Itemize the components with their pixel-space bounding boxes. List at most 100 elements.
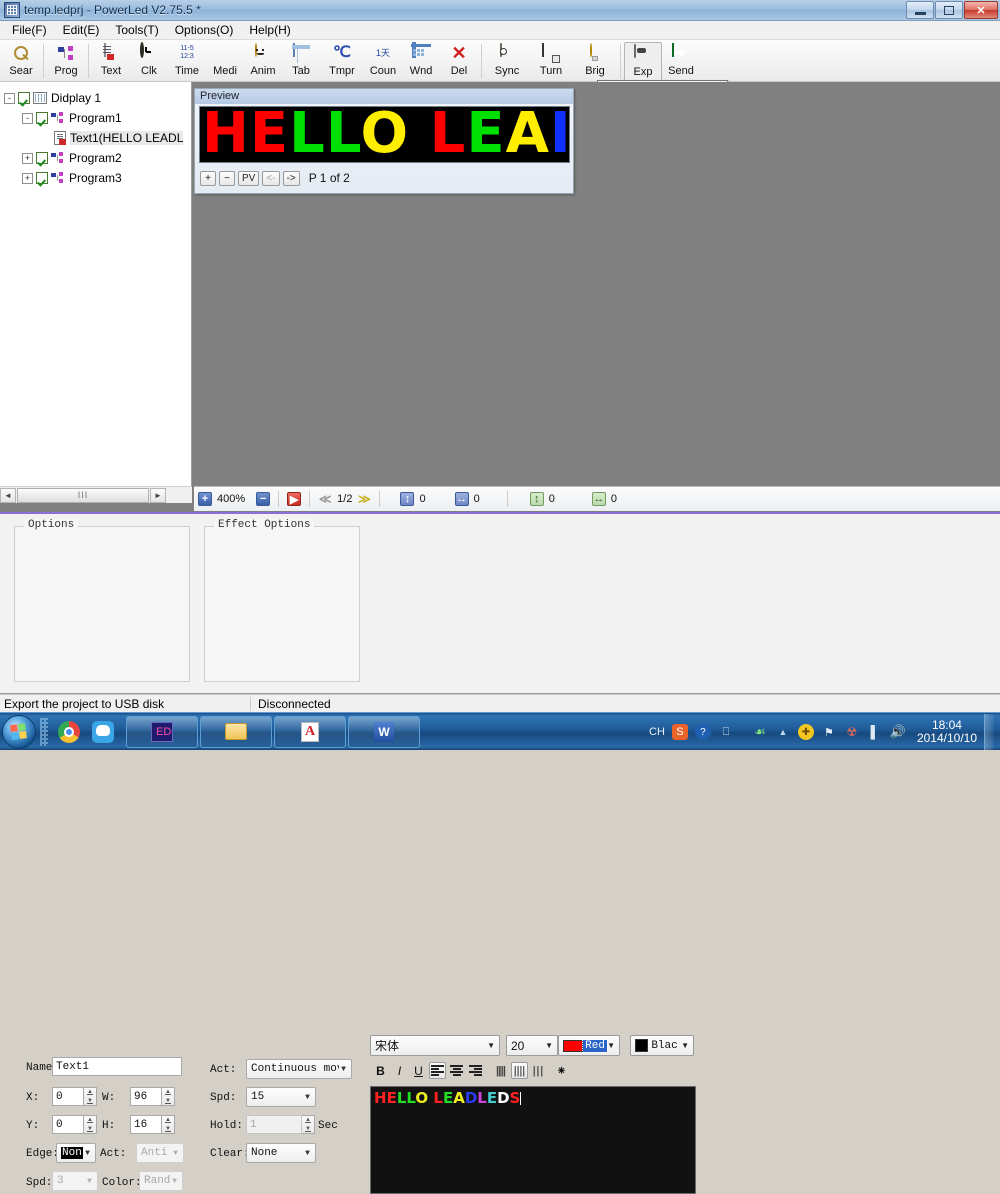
zoom-in-button[interactable]: +: [198, 492, 212, 506]
toolbar-animation-button[interactable]: Anim: [244, 42, 282, 82]
menu-options[interactable]: Options(O): [167, 21, 242, 39]
y-stepper[interactable]: ▲ ▼: [84, 1115, 97, 1134]
taskbar-clock[interactable]: 18:04 2014/10/10: [913, 719, 977, 745]
tree-expander-icon[interactable]: +: [22, 152, 33, 164]
tree-hscrollbar[interactable]: ◄ III ►: [0, 486, 192, 503]
toolbar-window-button[interactable]: Wnd: [402, 42, 440, 82]
text-editor[interactable]: HELLO LEADLEDS: [370, 1086, 696, 1194]
spacing-normal-button[interactable]: ||||: [511, 1062, 528, 1079]
w-input[interactable]: 96: [130, 1087, 162, 1106]
show-hidden-icon[interactable]: ▲: [775, 724, 791, 740]
play-button[interactable]: ▶: [287, 492, 302, 506]
prev-page-button[interactable]: ≪: [318, 492, 332, 506]
toolbar-table-button[interactable]: Tab: [282, 42, 320, 82]
hscroll-left-arrow[interactable]: ◄: [0, 487, 16, 503]
preview-led-canvas[interactable]: HELLO LEAI: [199, 106, 570, 163]
help-icon[interactable]: ?: [694, 724, 711, 740]
bold-button[interactable]: B: [372, 1062, 389, 1079]
underline-button[interactable]: U: [410, 1062, 427, 1079]
vertical-center-button[interactable]: ⁕: [553, 1062, 570, 1079]
edge-select[interactable]: Non ▼: [56, 1143, 96, 1163]
tree-expander-icon[interactable]: -: [4, 92, 15, 104]
toolbar-send-button[interactable]: Send: [662, 42, 700, 82]
toolbar-temperature-button[interactable]: ℃ Tmpr: [320, 42, 364, 82]
y-input[interactable]: 0: [52, 1115, 84, 1134]
tree-expander-icon[interactable]: +: [22, 172, 33, 184]
signal-bars-icon[interactable]: ▌: [867, 724, 883, 740]
preview-zoom-out-button[interactable]: −: [219, 170, 235, 186]
show-desktop-button[interactable]: [984, 714, 994, 750]
align-right-button[interactable]: [467, 1062, 484, 1079]
x-stepper[interactable]: ▲ ▼: [84, 1087, 97, 1106]
tree-node-program3[interactable]: + Program3: [4, 168, 191, 188]
hscroll-right-arrow[interactable]: ►: [150, 487, 166, 503]
toolbar-media-button[interactable]: Medi: [206, 42, 244, 82]
foreground-color-select[interactable]: Red ▼: [558, 1035, 620, 1056]
tree-node-program1[interactable]: - Program1: [4, 108, 191, 128]
menu-file[interactable]: File(F): [4, 21, 55, 39]
project-tree[interactable]: - Didplay 1 - Program1 Text1(HELLO LEADL…: [0, 82, 192, 486]
effect-clear-select[interactable]: None ▼: [246, 1143, 316, 1163]
taskbar-window-wps[interactable]: W: [348, 715, 420, 748]
volume-icon[interactable]: 🔊: [890, 724, 906, 740]
name-input[interactable]: Text1: [52, 1057, 182, 1076]
preview-pv-button[interactable]: PV: [238, 170, 260, 186]
toolbar-delete-button[interactable]: ✕ Del: [440, 42, 478, 82]
toolbar-export-button[interactable]: Exp: [624, 42, 662, 82]
tree-checkbox[interactable]: [18, 92, 30, 104]
h-stepper[interactable]: ▲ ▼: [162, 1115, 175, 1134]
toolbar-brightness-button[interactable]: Brig: [573, 42, 617, 82]
toolbar-time-button[interactable]: 11-5 12:3 Time: [168, 42, 206, 82]
minimize-button[interactable]: [906, 1, 934, 19]
taskbar-window-acrobat[interactable]: A: [274, 715, 346, 748]
taskbar-grip[interactable]: [40, 717, 48, 746]
toolbar-counter-button[interactable]: 1天 Coun: [364, 42, 402, 82]
menu-edit[interactable]: Edit(E): [55, 21, 108, 39]
w-stepper[interactable]: ▲ ▼: [162, 1087, 175, 1106]
toolbar-text-button[interactable]: Text: [92, 42, 130, 82]
preview-zoom-in-button[interactable]: +: [200, 170, 216, 186]
security-icon[interactable]: ☢: [844, 724, 860, 740]
align-center-button[interactable]: [448, 1062, 465, 1079]
action-center-flag-icon[interactable]: ⚑: [821, 724, 837, 740]
x-input[interactable]: 0: [52, 1087, 84, 1106]
quicklaunch-chrome[interactable]: [52, 716, 86, 748]
align-left-button[interactable]: [429, 1062, 446, 1079]
menu-help[interactable]: Help(H): [241, 21, 298, 39]
effect-hold-input[interactable]: 1: [246, 1115, 302, 1134]
maximize-button[interactable]: [935, 1, 963, 19]
quicklaunch-sogou[interactable]: [86, 716, 120, 748]
effect-hold-stepper[interactable]: ▲ ▼: [302, 1115, 315, 1134]
tree-node-text1[interactable]: Text1(HELLO LEADL: [4, 128, 191, 148]
start-button[interactable]: [2, 714, 36, 749]
spacing-tight-button[interactable]: |||||: [492, 1062, 509, 1079]
usb-icon[interactable]: ☙: [752, 724, 768, 740]
preview-next-page-button[interactable]: ->: [282, 170, 300, 186]
toolbar-clock-button[interactable]: Clk: [130, 42, 168, 82]
hscroll-thumb[interactable]: III: [17, 487, 149, 503]
tree-node-program2[interactable]: + Program2: [4, 148, 191, 168]
toolbar-sync-button[interactable]: Sync: [485, 42, 529, 82]
toolbar-search-button[interactable]: Sear: [2, 42, 40, 82]
spacing-wide-button[interactable]: |||: [530, 1062, 547, 1079]
italic-button[interactable]: I: [391, 1062, 408, 1079]
update-icon[interactable]: ✚: [797, 724, 814, 740]
menu-tools[interactable]: Tools(T): [107, 21, 166, 39]
toolbar-program-button[interactable]: Prog: [47, 42, 85, 82]
toolbar-turn-button[interactable]: Turn: [529, 42, 573, 82]
color-select[interactable]: Rand ▼: [139, 1171, 183, 1191]
zoom-out-button[interactable]: −: [256, 492, 271, 506]
sogou-icon[interactable]: S: [671, 724, 688, 740]
close-button[interactable]: ✕: [964, 1, 998, 19]
h-input[interactable]: 16: [130, 1115, 162, 1134]
next-page-button[interactable]: ≫: [357, 492, 371, 506]
taskbar-window-explorer[interactable]: [200, 715, 272, 748]
taskbar-window-powerled[interactable]: ED: [126, 715, 198, 748]
tree-checkbox[interactable]: [36, 112, 48, 124]
effect-act-select[interactable]: Continuous mov ▼: [246, 1059, 352, 1079]
font-size-select[interactable]: 20 ▼: [506, 1035, 558, 1056]
font-family-select[interactable]: 宋体 ▼: [370, 1035, 500, 1056]
tree-node-display1[interactable]: - Didplay 1: [4, 88, 191, 108]
spd-select[interactable]: 3 ▼: [52, 1171, 98, 1191]
preview-prev-page-button[interactable]: <-: [262, 170, 280, 186]
